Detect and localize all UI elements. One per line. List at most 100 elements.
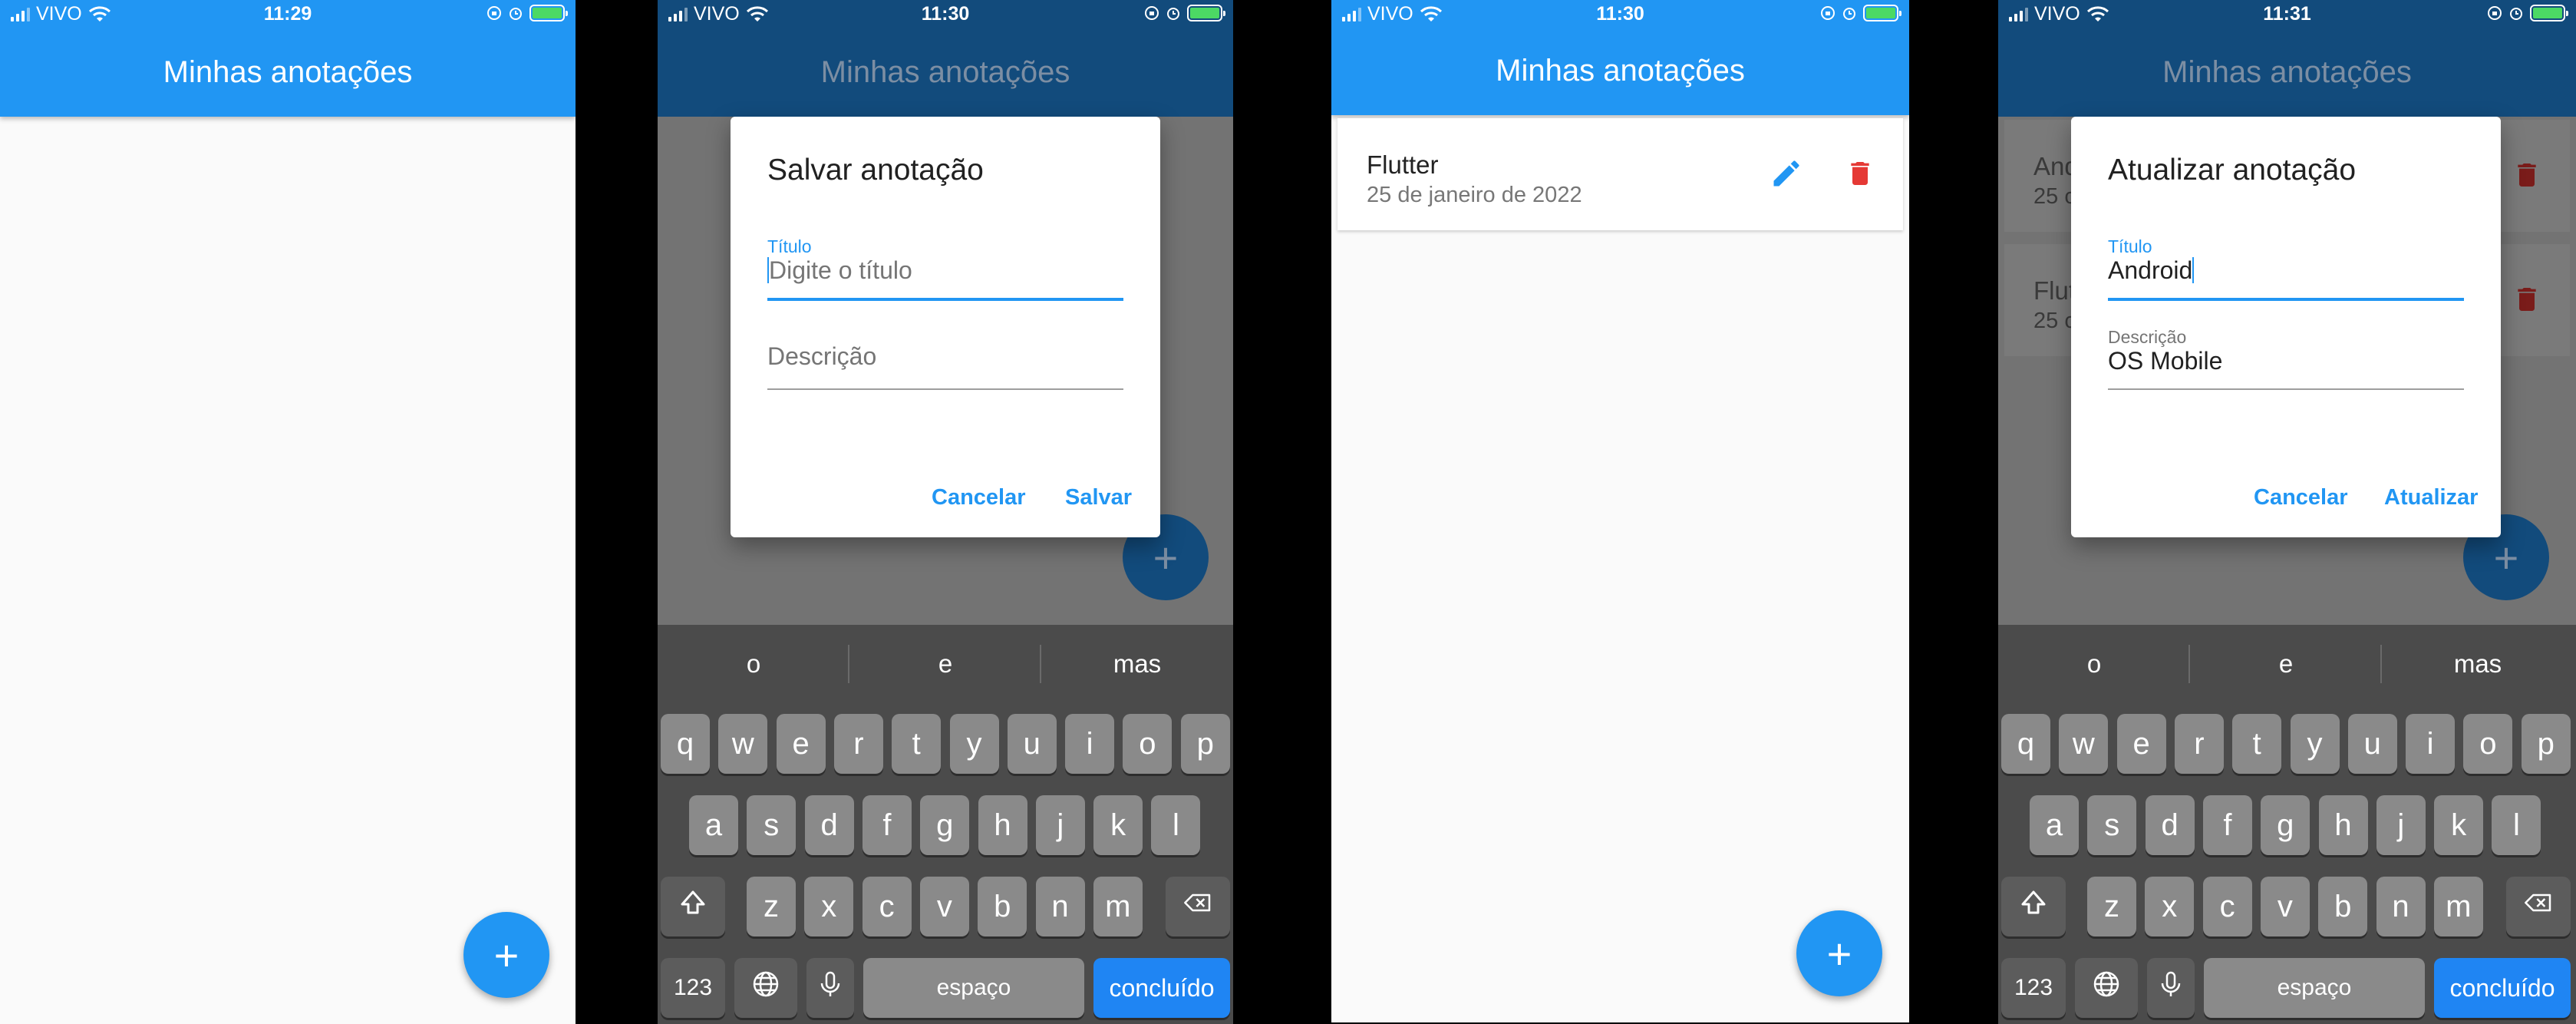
key-c[interactable]: c bbox=[862, 877, 912, 936]
backspace-key[interactable] bbox=[1166, 877, 1230, 936]
key-n[interactable]: n bbox=[1035, 877, 1085, 936]
key-t[interactable]: t bbox=[2232, 714, 2282, 774]
key-l[interactable]: l bbox=[2492, 795, 2541, 855]
cancel-button[interactable]: Cancelar bbox=[932, 485, 1026, 510]
key-j[interactable]: j bbox=[2376, 795, 2426, 855]
key-r[interactable]: r bbox=[2174, 714, 2224, 774]
key-j[interactable]: j bbox=[1035, 795, 1085, 855]
done-key[interactable]: concluído bbox=[2434, 958, 2571, 1018]
key-m[interactable]: m bbox=[1093, 877, 1143, 936]
key-k[interactable]: k bbox=[1093, 795, 1143, 855]
backspace-key[interactable] bbox=[2506, 877, 2571, 936]
key-e[interactable]: e bbox=[776, 714, 826, 774]
key-l[interactable]: l bbox=[1151, 795, 1201, 855]
key-r[interactable]: r bbox=[833, 714, 883, 774]
microphone-icon bbox=[2155, 969, 2186, 1007]
screen-update-dialog: Minhas anotações VIVO 11:31 And 25 c Flu… bbox=[1998, 0, 2576, 1024]
key-a[interactable]: a bbox=[2030, 795, 2079, 855]
key-t[interactable]: t bbox=[892, 714, 942, 774]
mic-key[interactable] bbox=[806, 958, 854, 1018]
key-v[interactable]: v bbox=[2260, 877, 2310, 936]
key-b[interactable]: b bbox=[2318, 877, 2368, 936]
key-w[interactable]: w bbox=[2059, 714, 2109, 774]
key-o[interactable]: o bbox=[2463, 714, 2513, 774]
battery-icon bbox=[2530, 5, 2568, 21]
key-a[interactable]: a bbox=[689, 795, 738, 855]
dialog-title: Atualizar anotação bbox=[2108, 154, 2357, 187]
key-x[interactable]: x bbox=[804, 877, 854, 936]
key-f[interactable]: f bbox=[862, 795, 912, 855]
key-q[interactable]: q bbox=[661, 714, 710, 774]
shift-key[interactable] bbox=[661, 877, 725, 936]
key-i[interactable]: i bbox=[1065, 714, 1115, 774]
space-key[interactable]: espaço bbox=[863, 958, 1084, 1018]
key-c[interactable]: c bbox=[2202, 877, 2252, 936]
key-z[interactable]: z bbox=[747, 877, 796, 936]
save-button[interactable]: Salvar bbox=[1065, 485, 1132, 510]
add-note-button[interactable]: + bbox=[463, 912, 549, 998]
key-q[interactable]: q bbox=[2001, 714, 2050, 774]
key-x[interactable]: x bbox=[2145, 877, 2195, 936]
title-input[interactable]: Android bbox=[2108, 256, 2195, 285]
note-card[interactable]: Flutter 25 de janeiro de 2022 bbox=[1337, 118, 1903, 230]
key-w[interactable]: w bbox=[718, 714, 768, 774]
globe-key[interactable] bbox=[734, 958, 797, 1018]
numbers-key[interactable]: 123 bbox=[2001, 958, 2066, 1018]
note-date: 25 de janeiro de 2022 bbox=[1367, 183, 1582, 207]
shift-icon bbox=[678, 887, 708, 926]
globe-key[interactable] bbox=[2075, 958, 2138, 1018]
suggestion-2[interactable]: e bbox=[849, 649, 1041, 679]
title-input[interactable]: Digite o título bbox=[767, 256, 912, 285]
key-h[interactable]: h bbox=[978, 795, 1027, 855]
key-d[interactable]: d bbox=[804, 795, 854, 855]
key-h[interactable]: h bbox=[2318, 795, 2368, 855]
key-u[interactable]: u bbox=[2347, 714, 2397, 774]
key-y[interactable]: y bbox=[949, 714, 999, 774]
description-input[interactable]: OS Mobile bbox=[2108, 347, 2222, 375]
key-g[interactable]: g bbox=[2261, 795, 2310, 855]
space-key[interactable]: espaço bbox=[2204, 958, 2425, 1018]
suggestion-1[interactable]: o bbox=[658, 649, 849, 679]
key-b[interactable]: b bbox=[978, 877, 1027, 936]
add-note-button[interactable]: + bbox=[1796, 910, 1882, 996]
key-y[interactable]: y bbox=[2290, 714, 2340, 774]
key-p[interactable]: p bbox=[1180, 714, 1230, 774]
description-input[interactable]: Descrição bbox=[767, 342, 876, 371]
suggestion-3[interactable]: mas bbox=[1041, 649, 1233, 679]
description-field[interactable]: Descrição OS Mobile bbox=[2108, 327, 2464, 404]
cancel-button[interactable]: Cancelar bbox=[2254, 485, 2348, 510]
update-button[interactable]: Atualizar bbox=[2384, 485, 2478, 510]
delete-icon[interactable] bbox=[1845, 157, 1875, 190]
battery-icon bbox=[1187, 5, 1225, 21]
key-e[interactable]: e bbox=[2116, 714, 2166, 774]
shift-key[interactable] bbox=[2001, 877, 2066, 936]
key-v[interactable]: v bbox=[919, 877, 969, 936]
key-i[interactable]: i bbox=[2406, 714, 2456, 774]
numbers-key[interactable]: 123 bbox=[661, 958, 725, 1018]
key-z[interactable]: z bbox=[2087, 877, 2136, 936]
title-placeholder: Digite o título bbox=[769, 256, 912, 284]
title-field-label: Título bbox=[2108, 236, 2152, 256]
key-s[interactable]: s bbox=[747, 795, 797, 855]
title-field[interactable]: Título Android bbox=[2108, 236, 2464, 313]
suggestion-1[interactable]: o bbox=[1998, 649, 2190, 679]
key-s[interactable]: s bbox=[2087, 795, 2137, 855]
key-u[interactable]: u bbox=[1007, 714, 1057, 774]
done-key[interactable]: concluído bbox=[1093, 958, 1230, 1018]
key-d[interactable]: d bbox=[2145, 795, 2195, 855]
alarm-icon bbox=[1843, 8, 1855, 20]
key-g[interactable]: g bbox=[920, 795, 970, 855]
key-n[interactable]: n bbox=[2376, 877, 2426, 936]
key-k[interactable]: k bbox=[2434, 795, 2484, 855]
key-m[interactable]: m bbox=[2433, 877, 2483, 936]
edit-icon[interactable] bbox=[1770, 157, 1803, 190]
key-p[interactable]: p bbox=[2521, 714, 2571, 774]
suggestion-2[interactable]: e bbox=[2190, 649, 2382, 679]
key-f[interactable]: f bbox=[2202, 795, 2252, 855]
description-field[interactable]: Descrição bbox=[767, 327, 1123, 404]
suggestion-3[interactable]: mas bbox=[2382, 649, 2574, 679]
mic-key[interactable] bbox=[2147, 958, 2195, 1018]
key-o[interactable]: o bbox=[1123, 714, 1173, 774]
note-title: Flut bbox=[2033, 276, 2076, 305]
title-field[interactable]: Título Digite o título bbox=[767, 236, 1123, 313]
